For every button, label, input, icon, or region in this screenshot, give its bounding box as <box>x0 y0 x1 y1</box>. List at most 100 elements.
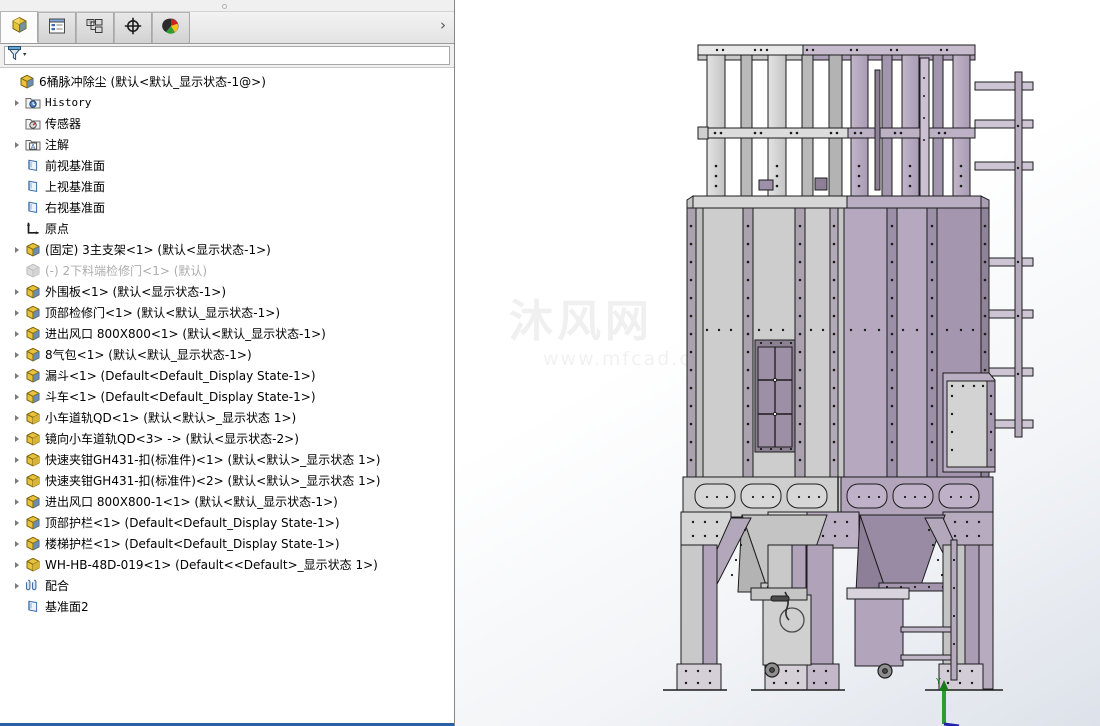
plane-icon <box>24 200 42 216</box>
assembly-icon <box>24 494 42 510</box>
tree-item-label: 快速夹钳GH431-扣(标准件)<2> (默认<默认>_显示状态 1>) <box>45 474 381 488</box>
tree-item[interactable]: 快速夹钳GH431-扣(标准件)<2> (默认<默认>_显示状态 1>) <box>0 470 454 491</box>
tree-item[interactable]: 右视基准面 <box>0 197 454 218</box>
tree-item-label: 顶部护栏<1> (Default<Default_Display State-1… <box>45 516 340 530</box>
solidworks-window: › 6桶脉冲除尘 (默认<默认_显示状态-1@>) History 传感器 A 注解 前视… <box>0 0 1100 726</box>
tree-item-label: 快速夹钳GH431-扣(标准件)<1> (默认<默认>_显示状态 1>) <box>45 453 381 467</box>
tree-item[interactable]: 上视基准面 <box>0 176 454 197</box>
tree-root-item[interactable]: 6桶脉冲除尘 (默认<默认_显示状态-1@>) <box>0 71 454 92</box>
expand-chevron-icon[interactable] <box>10 560 24 570</box>
expand-chevron-icon[interactable] <box>10 476 24 486</box>
tree-item-label: 注解 <box>45 138 70 152</box>
tree-item-label: 斗车<1> (Default<Default_Display State-1>) <box>45 390 316 404</box>
mates-paperclip-icon <box>24 578 42 594</box>
tree-item[interactable]: 楼梯护栏<1> (Default<Default_Display State-1… <box>0 533 454 554</box>
tree-item[interactable]: 基准面2 <box>0 596 454 617</box>
tree-item[interactable]: (-) 2下料端检修门<1> (默认) <box>0 260 454 281</box>
dimxpert-manager-tab[interactable] <box>114 12 152 43</box>
tree-item-label: 顶部检修门<1> (默认<默认_显示状态-1>) <box>45 306 280 320</box>
expand-chevron-icon[interactable] <box>10 329 24 339</box>
expand-chevron-icon[interactable] <box>10 308 24 318</box>
expand-chevron-icon[interactable] <box>10 287 24 297</box>
part-icon <box>24 431 42 447</box>
expand-chevron-icon[interactable] <box>10 539 24 549</box>
expand-chevron-icon[interactable] <box>10 497 24 507</box>
tree-item[interactable]: 前视基准面 <box>0 155 454 176</box>
tree-item[interactable]: 进出风口 800X800-1<1> (默认<默认_显示状态-1>) <box>0 491 454 512</box>
assembly-icon <box>24 368 42 384</box>
crosshair-icon <box>124 17 142 39</box>
tab-expand-chevron-icon[interactable]: › <box>440 18 446 33</box>
expand-chevron-icon[interactable] <box>10 98 24 108</box>
assembly-icon <box>24 326 42 342</box>
tree-item[interactable]: 8气包<1> (默认<默认_显示状态-1>) <box>0 344 454 365</box>
expand-chevron-icon[interactable] <box>10 245 24 255</box>
tree-item[interactable]: 进出风口 800X800<1> (默认<默认_显示状态-1>) <box>0 323 454 344</box>
tree-item-label: 基准面2 <box>45 600 89 614</box>
assembly-icon <box>24 347 42 363</box>
tree-item[interactable]: 顶部检修门<1> (默认<默认_显示状态-1>) <box>0 302 454 323</box>
tree-item-label: 上视基准面 <box>45 180 106 194</box>
tree-item-label: (固定) 3主支架<1> (默认<显示状态-1>) <box>45 243 271 257</box>
panel-pin-dot[interactable] <box>222 4 227 9</box>
tree-item-label: WH-HB-48D-019<1> (Default<<Default>_显示状态… <box>45 558 378 572</box>
tree-item-label: 楼梯护栏<1> (Default<Default_Display State-1… <box>45 537 340 551</box>
tree-item-label: 8气包<1> (默认<默认_显示状态-1>) <box>45 348 252 362</box>
part-icon <box>24 473 42 489</box>
expand-chevron-icon[interactable] <box>10 455 24 465</box>
tree-item[interactable]: 快速夹钳GH431-扣(标准件)<1> (默认<默认>_显示状态 1>) <box>0 449 454 470</box>
manager-tab-strip: › <box>0 11 454 44</box>
tree-item-label: 进出风口 800X800-1<1> (默认<默认_显示状态-1>) <box>45 495 338 509</box>
tree-item[interactable]: 镜向小车道轨QD<3> -> (默认<显示状态-2>) <box>0 428 454 449</box>
tree-item[interactable]: 传感器 <box>0 113 454 134</box>
expand-chevron-icon[interactable] <box>10 518 24 528</box>
tree-item[interactable]: WH-HB-48D-019<1> (Default<<Default>_显示状态… <box>0 554 454 575</box>
filter-bar <box>0 44 454 68</box>
tree-item-label: 传感器 <box>45 117 82 131</box>
color-wheel-icon <box>162 17 180 39</box>
expand-chevron-icon[interactable] <box>10 392 24 402</box>
tree-item[interactable]: (固定) 3主支架<1> (默认<显示状态-1>) <box>0 239 454 260</box>
tree-item[interactable]: 配合 <box>0 575 454 596</box>
tree-item[interactable]: A 注解 <box>0 134 454 155</box>
feature-tree[interactable]: 6桶脉冲除尘 (默认<默认_显示状态-1@>) History 传感器 A 注解 前视基准… <box>0 68 454 721</box>
yellow-cube-icon <box>10 16 29 38</box>
expand-chevron-icon[interactable] <box>10 350 24 360</box>
configuration-icon <box>86 18 104 38</box>
tree-item[interactable]: 小车道轨QD<1> (默认<默认>_显示状态 1>) <box>0 407 454 428</box>
assembly-icon <box>24 284 42 300</box>
tree-item[interactable]: 顶部护栏<1> (Default<Default_Display State-1… <box>0 512 454 533</box>
tree-item[interactable]: 外围板<1> (默认<显示状态-1>) <box>0 281 454 302</box>
expand-chevron-icon[interactable] <box>10 140 24 150</box>
plane-icon <box>24 158 42 174</box>
configuration-manager-tab[interactable] <box>76 12 114 43</box>
feature-manager-tab[interactable] <box>0 11 38 43</box>
tree-item[interactable]: 原点 <box>0 218 454 239</box>
part-dim-icon <box>24 263 42 279</box>
feature-manager-panel: › 6桶脉冲除尘 (默认<默认_显示状态-1@>) History 传感器 A 注解 前视… <box>0 0 455 726</box>
tree-item-label: 右视基准面 <box>45 201 106 215</box>
expand-chevron-icon[interactable] <box>10 581 24 591</box>
display-manager-tab[interactable] <box>152 12 190 43</box>
assembly-icon <box>24 536 42 552</box>
dust-collector-3d-model[interactable] <box>455 0 1100 726</box>
tree-item-label: 进出风口 800X800<1> (默认<默认_显示状态-1>) <box>45 327 326 341</box>
tree-item-label: 6桶脉冲除尘 (默认<默认_显示状态-1@>) <box>39 75 266 89</box>
graphics-viewport[interactable]: 沐风网 www.mfcad.com Y <box>455 0 1100 726</box>
tree-item[interactable]: History <box>0 92 454 113</box>
tree-item-label: 漏斗<1> (Default<Default_Display State-1>) <box>45 369 316 383</box>
tree-item[interactable]: 漏斗<1> (Default<Default_Display State-1>) <box>0 365 454 386</box>
tree-item-label: History <box>45 96 92 109</box>
filter-funnel-icon[interactable] <box>7 45 27 66</box>
part-icon <box>24 452 42 468</box>
plane-icon <box>24 179 42 195</box>
tree-item[interactable]: 斗车<1> (Default<Default_Display State-1>) <box>0 386 454 407</box>
property-manager-tab[interactable] <box>38 12 76 43</box>
sensor-folder-icon <box>24 116 42 132</box>
part-icon <box>24 410 42 426</box>
expand-chevron-icon[interactable] <box>10 371 24 381</box>
tree-item-label: 镜向小车道轨QD<3> -> (默认<显示状态-2>) <box>45 432 299 446</box>
expand-chevron-icon[interactable] <box>10 413 24 423</box>
filter-input-box[interactable] <box>4 46 450 65</box>
expand-chevron-icon[interactable] <box>10 434 24 444</box>
